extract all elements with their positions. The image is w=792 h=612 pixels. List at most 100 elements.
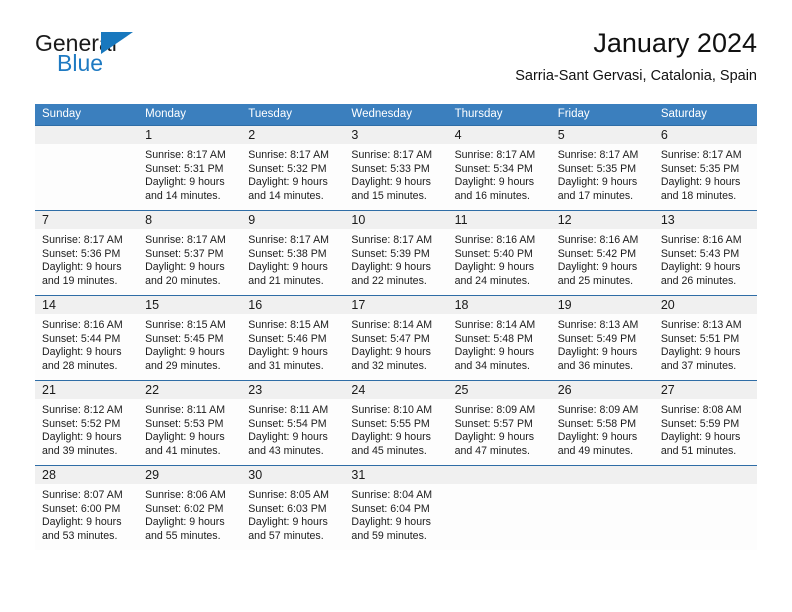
- daylight-text-line1: Daylight: 9 hours: [557, 431, 638, 444]
- day-number: 17: [344, 296, 448, 314]
- title-block: January 2024 Sarria-Sant Gervasi, Catalo…: [515, 26, 757, 86]
- day-cell[interactable]: 2 Sunrise: 8:17 AM Sunset: 5:32 PM Dayli…: [241, 125, 345, 211]
- day-number: 18: [447, 296, 551, 314]
- daylight-text-line2: and 53 minutes.: [42, 529, 118, 542]
- daylight-text-line1: Daylight: 9 hours: [454, 431, 535, 444]
- sunset-text: Sunset: 6:02 PM: [145, 502, 224, 515]
- day-number: 13: [653, 211, 757, 229]
- day-details: Sunrise: 8:14 AM Sunset: 5:48 PM Dayligh…: [448, 314, 551, 373]
- daylight-text-line1: Daylight: 9 hours: [42, 431, 122, 444]
- day-cell[interactable]: 10 Sunrise: 8:17 AM Sunset: 5:39 PM Dayl…: [344, 210, 448, 296]
- day-cell[interactable]: 5 Sunrise: 8:17 AM Sunset: 5:35 PM Dayli…: [550, 125, 654, 211]
- day-details: Sunrise: 8:17 AM Sunset: 5:35 PM Dayligh…: [551, 144, 654, 203]
- day-number: 15: [138, 296, 242, 314]
- day-cell[interactable]: 29 Sunrise: 8:06 AM Sunset: 6:02 PM Dayl…: [138, 465, 242, 550]
- sunrise-text: Sunrise: 8:17 AM: [557, 149, 639, 161]
- daylight-text-line2: and 57 minutes.: [248, 529, 324, 542]
- day-number: 30: [241, 466, 345, 484]
- day-number: 12: [550, 211, 654, 229]
- day-details: Sunrise: 8:16 AM Sunset: 5:44 PM Dayligh…: [35, 314, 138, 373]
- day-cell[interactable]: 6 Sunrise: 8:17 AM Sunset: 5:35 PM Dayli…: [653, 125, 757, 211]
- daylight-text-line2: and 26 minutes.: [660, 274, 737, 287]
- sunrise-text: Sunrise: 8:09 AM: [454, 404, 536, 416]
- day-cell[interactable]: 23 Sunrise: 8:11 AM Sunset: 5:54 PM Dayl…: [241, 380, 345, 466]
- sunset-text: Sunset: 5:57 PM: [454, 417, 533, 430]
- day-cell[interactable]: 22 Sunrise: 8:11 AM Sunset: 5:53 PM Dayl…: [138, 380, 242, 466]
- day-cell[interactable]: 31 Sunrise: 8:04 AM Sunset: 6:04 PM Dayl…: [344, 465, 448, 550]
- day-cell[interactable]: [447, 465, 551, 550]
- day-cell[interactable]: 4 Sunrise: 8:17 AM Sunset: 5:34 PM Dayli…: [447, 125, 551, 211]
- sunset-text: Sunset: 5:33 PM: [351, 162, 430, 175]
- day-details: Sunrise: 8:17 AM Sunset: 5:39 PM Dayligh…: [344, 229, 447, 288]
- sunrise-text: Sunrise: 8:17 AM: [351, 149, 433, 161]
- sunset-text: Sunset: 5:48 PM: [454, 332, 533, 345]
- sunrise-text: Sunrise: 8:13 AM: [660, 319, 742, 331]
- daylight-text-line2: and 14 minutes.: [145, 189, 221, 202]
- daylight-text-line1: Daylight: 9 hours: [351, 516, 431, 529]
- daylight-text-line1: Daylight: 9 hours: [557, 346, 638, 359]
- day-cell[interactable]: 20 Sunrise: 8:13 AM Sunset: 5:51 PM Dayl…: [653, 295, 757, 381]
- day-cell[interactable]: 17 Sunrise: 8:14 AM Sunset: 5:47 PM Dayl…: [344, 295, 448, 381]
- day-cell[interactable]: 14 Sunrise: 8:16 AM Sunset: 5:44 PM Dayl…: [35, 295, 139, 381]
- daylight-text-line1: Daylight: 9 hours: [145, 431, 225, 444]
- day-number: [550, 466, 654, 484]
- day-details: Sunrise: 8:11 AM Sunset: 5:53 PM Dayligh…: [138, 399, 241, 458]
- day-number: 19: [550, 296, 654, 314]
- sunset-text: Sunset: 5:51 PM: [660, 332, 740, 345]
- day-cell[interactable]: 3 Sunrise: 8:17 AM Sunset: 5:33 PM Dayli…: [344, 125, 448, 211]
- daylight-text-line1: Daylight: 9 hours: [454, 261, 535, 274]
- day-details: Sunrise: 8:17 AM Sunset: 5:34 PM Dayligh…: [448, 144, 551, 203]
- daylight-text-line2: and 19 minutes.: [42, 274, 118, 287]
- day-cell[interactable]: 26 Sunrise: 8:09 AM Sunset: 5:58 PM Dayl…: [550, 380, 654, 466]
- day-cell[interactable]: 8 Sunrise: 8:17 AM Sunset: 5:37 PM Dayli…: [138, 210, 242, 296]
- daylight-text-line2: and 20 minutes.: [145, 274, 221, 287]
- day-cell[interactable]: [35, 125, 139, 211]
- day-details: Sunrise: 8:16 AM Sunset: 5:40 PM Dayligh…: [448, 229, 551, 288]
- sunset-text: Sunset: 5:34 PM: [454, 162, 533, 175]
- day-cell[interactable]: 19 Sunrise: 8:13 AM Sunset: 5:49 PM Dayl…: [550, 295, 654, 381]
- daylight-text-line1: Daylight: 9 hours: [248, 516, 328, 529]
- day-cell[interactable]: 15 Sunrise: 8:15 AM Sunset: 5:45 PM Dayl…: [138, 295, 242, 381]
- day-details: Sunrise: 8:17 AM Sunset: 5:36 PM Dayligh…: [35, 229, 138, 288]
- daylight-text-line1: Daylight: 9 hours: [454, 346, 535, 359]
- week-row: 28 Sunrise: 8:07 AM Sunset: 6:00 PM Dayl…: [35, 465, 757, 550]
- day-cell[interactable]: 12 Sunrise: 8:16 AM Sunset: 5:42 PM Dayl…: [550, 210, 654, 296]
- day-cell[interactable]: 9 Sunrise: 8:17 AM Sunset: 5:38 PM Dayli…: [241, 210, 345, 296]
- day-number: 1: [138, 126, 242, 144]
- day-details: Sunrise: 8:17 AM Sunset: 5:37 PM Dayligh…: [138, 229, 241, 288]
- day-cell[interactable]: 21 Sunrise: 8:12 AM Sunset: 5:52 PM Dayl…: [35, 380, 139, 466]
- day-cell[interactable]: 18 Sunrise: 8:14 AM Sunset: 5:48 PM Dayl…: [447, 295, 551, 381]
- day-number: 23: [241, 381, 345, 399]
- week-row: 7 Sunrise: 8:17 AM Sunset: 5:36 PM Dayli…: [35, 210, 757, 296]
- day-cell[interactable]: 30 Sunrise: 8:05 AM Sunset: 6:03 PM Dayl…: [241, 465, 345, 550]
- week-row: 21 Sunrise: 8:12 AM Sunset: 5:52 PM Dayl…: [35, 380, 757, 466]
- week-row: 1 Sunrise: 8:17 AM Sunset: 5:31 PM Dayli…: [35, 125, 757, 211]
- day-cell[interactable]: [653, 465, 757, 550]
- day-cell[interactable]: 27 Sunrise: 8:08 AM Sunset: 5:59 PM Dayl…: [653, 380, 757, 466]
- day-cell[interactable]: 25 Sunrise: 8:09 AM Sunset: 5:57 PM Dayl…: [447, 380, 551, 466]
- sunset-text: Sunset: 5:58 PM: [557, 417, 637, 430]
- day-cell[interactable]: 1 Sunrise: 8:17 AM Sunset: 5:31 PM Dayli…: [138, 125, 242, 211]
- day-cell[interactable]: 11 Sunrise: 8:16 AM Sunset: 5:40 PM Dayl…: [447, 210, 551, 296]
- day-number: 7: [35, 211, 139, 229]
- day-cell[interactable]: 16 Sunrise: 8:15 AM Sunset: 5:46 PM Dayl…: [241, 295, 345, 381]
- sunrise-text: Sunrise: 8:17 AM: [248, 149, 329, 161]
- day-cell[interactable]: [550, 465, 654, 550]
- day-details: Sunrise: 8:10 AM Sunset: 5:55 PM Dayligh…: [344, 399, 447, 458]
- day-cell[interactable]: 28 Sunrise: 8:07 AM Sunset: 6:00 PM Dayl…: [35, 465, 139, 550]
- sunrise-text: Sunrise: 8:15 AM: [248, 319, 329, 331]
- sunrise-text: Sunrise: 8:17 AM: [42, 234, 123, 246]
- day-cell[interactable]: 7 Sunrise: 8:17 AM Sunset: 5:36 PM Dayli…: [35, 210, 139, 296]
- sunset-text: Sunset: 5:59 PM: [660, 417, 740, 430]
- weekday-header-friday: Friday: [550, 104, 654, 126]
- sunrise-text: Sunrise: 8:11 AM: [248, 404, 329, 416]
- daylight-text-line1: Daylight: 9 hours: [145, 176, 225, 189]
- day-details: Sunrise: 8:17 AM Sunset: 5:35 PM Dayligh…: [654, 144, 757, 203]
- daylight-text-line2: and 34 minutes.: [454, 359, 530, 372]
- day-details: Sunrise: 8:16 AM Sunset: 5:43 PM Dayligh…: [654, 229, 757, 288]
- day-cell[interactable]: 13 Sunrise: 8:16 AM Sunset: 5:43 PM Dayl…: [653, 210, 757, 296]
- day-cell[interactable]: 24 Sunrise: 8:10 AM Sunset: 5:55 PM Dayl…: [344, 380, 448, 466]
- day-number: 21: [35, 381, 139, 399]
- day-details: Sunrise: 8:11 AM Sunset: 5:54 PM Dayligh…: [241, 399, 344, 458]
- brand-logo[interactable]: General Blue: [35, 30, 255, 86]
